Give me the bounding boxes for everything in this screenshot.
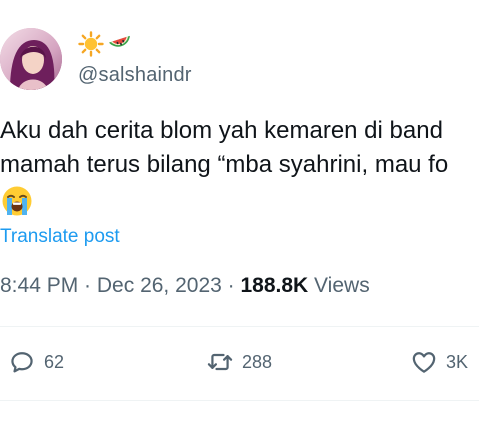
translate-post-link[interactable]: Translate post [0, 226, 120, 248]
avatar[interactable] [0, 28, 62, 90]
reply-button[interactable]: 62 [8, 342, 64, 382]
display-name[interactable] [78, 30, 134, 58]
tweet-text: Aku dah cerita blom yah kemaren di band … [0, 114, 479, 182]
tweet-detail: @salshaindr Aku dah cerita blom yah kema… [0, 0, 479, 423]
user-handle[interactable]: @salshaindr [78, 64, 192, 87]
repost-count: 288 [242, 351, 273, 372]
repost-icon [207, 353, 233, 371]
repost-button[interactable]: 288 [206, 342, 272, 382]
tweet-text-line: Aku dah cerita blom yah kemaren di band [0, 117, 443, 144]
divider [0, 400, 479, 401]
divider [0, 326, 479, 327]
like-button[interactable]: 3K [410, 342, 468, 382]
watermelon-emoji-icon [108, 35, 130, 47]
tweet-meta: 8:44 PM · Dec 26, 2023 · 188.8K Views [0, 274, 370, 298]
reply-count: 62 [44, 351, 65, 372]
sun-emoji-icon [78, 31, 104, 57]
like-count: 3K [446, 351, 469, 372]
action-bar: 62 288 3K [0, 342, 479, 382]
meta-separator: · [221, 274, 241, 297]
views-label: Views [308, 274, 370, 297]
reply-icon [11, 352, 33, 373]
tweet-time[interactable]: 8:44 PM [0, 274, 78, 297]
views-count: 188.8K [240, 274, 309, 297]
meta-separator: · [78, 274, 97, 297]
tweet-date[interactable]: Dec 26, 2023 [97, 274, 222, 297]
tweet-text-line: mamah terus bilang “mba syahrini, mau fo [0, 151, 449, 178]
heart-icon [412, 352, 436, 373]
loudly-crying-face-icon [2, 186, 32, 216]
avatar-image [0, 28, 62, 90]
